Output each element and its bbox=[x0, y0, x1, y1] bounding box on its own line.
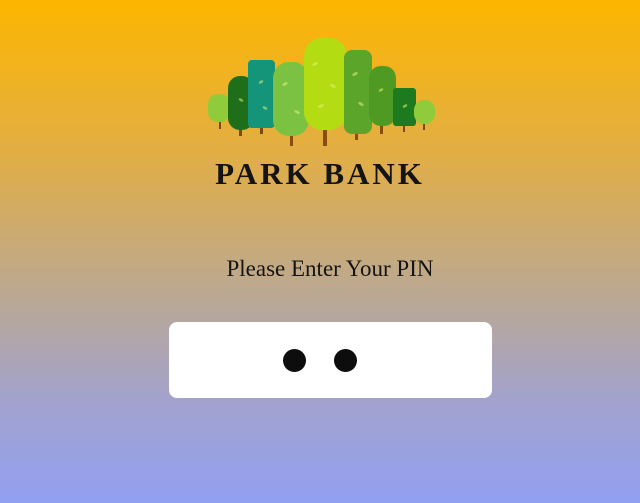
park-bank-logo bbox=[205, 34, 437, 152]
pin-input[interactable]: ● ● bbox=[169, 322, 492, 398]
pin-digit-dot: ● bbox=[283, 349, 306, 372]
pin-digit-dot: ● bbox=[334, 349, 357, 372]
tree-icon bbox=[414, 100, 435, 130]
tree-icon bbox=[304, 38, 347, 146]
tree-icon bbox=[393, 88, 416, 132]
tree-icon bbox=[273, 62, 309, 146]
bank-name: PARK BANK bbox=[215, 156, 425, 191]
tree-icon bbox=[248, 60, 275, 134]
pin-prompt: Please Enter Your PIN bbox=[226, 256, 434, 281]
tree-icon bbox=[369, 66, 396, 134]
tree-icon bbox=[208, 94, 230, 129]
tree-icon bbox=[344, 50, 372, 140]
